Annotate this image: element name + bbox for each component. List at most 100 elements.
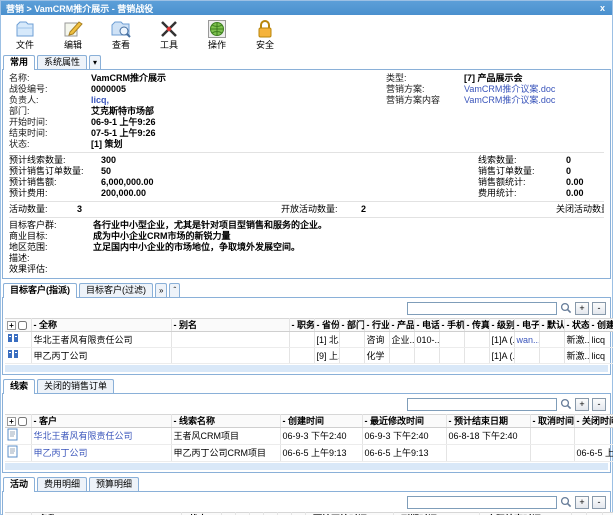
select-all-checkbox[interactable]: [18, 321, 27, 330]
toolbar-label: 查看: [103, 40, 139, 50]
customer-link[interactable]: 甲乙丙丁公司: [31, 445, 171, 462]
cell: 华北王者风有限责任公司: [31, 332, 171, 348]
zoom-out-button[interactable]: -: [592, 496, 606, 509]
customer-link[interactable]: 华北王者风有限责任公司: [31, 428, 171, 445]
toolbar-view[interactable]: 查看: [103, 18, 139, 50]
column-header[interactable]: 职务: [289, 319, 314, 332]
tab-closed-orders[interactable]: 关闭的销售订单: [37, 379, 114, 393]
table-row[interactable]: 甲乙丙丁公司 [9] 上.. 化学 [1]A (.. 新激... licq: [5, 348, 613, 364]
cost-total-label: 费用统计:: [478, 188, 566, 199]
cell: [289, 348, 314, 364]
table-row[interactable]: 华北王者风有限责任公司 [1] 北.. 咨询 企业.. 010-.. [1]A …: [5, 332, 613, 348]
close-button[interactable]: x: [598, 3, 607, 13]
column-header[interactable]: 手机: [439, 319, 464, 332]
cell: [530, 428, 574, 445]
toolbar-edit[interactable]: 编辑: [55, 18, 91, 50]
plan-content-doc-link[interactable]: VamCRM推介议案.doc: [464, 95, 555, 106]
owner-link[interactable]: licq,: [91, 95, 109, 106]
tab-scroll-right[interactable]: »: [155, 283, 167, 297]
tab-cost-details[interactable]: 费用明细: [37, 477, 87, 491]
cell: 化学: [364, 348, 389, 364]
column-header[interactable]: 线索名称: [171, 415, 280, 428]
toolbar-tools[interactable]: 工具: [151, 18, 187, 50]
column-header[interactable]: 创建时间: [280, 415, 362, 428]
cell: [514, 348, 539, 364]
search-input[interactable]: [407, 302, 557, 315]
est-sales-label: 预计销售额:: [9, 177, 101, 188]
plan-doc-link[interactable]: VamCRM推介议案.doc: [464, 84, 555, 95]
cell: 06-6-5 上午9:13: [362, 445, 446, 462]
column-header[interactable]: 默认: [539, 319, 564, 332]
tab-activities[interactable]: 活动: [3, 477, 35, 492]
column-header[interactable]: 传真: [464, 319, 489, 332]
search-icon[interactable]: [560, 398, 572, 410]
toolbar-label: 文件: [7, 40, 43, 50]
column-header[interactable]: 预计结束日期: [446, 415, 530, 428]
column-header[interactable]: 别名: [171, 319, 289, 332]
column-header[interactable]: 行业: [364, 319, 389, 332]
est-leads-value: 300: [101, 155, 478, 166]
cell: [464, 348, 489, 364]
column-header[interactable]: 电子: [514, 319, 539, 332]
audience-label: 目标客户群:: [9, 220, 93, 231]
est-leads-label: 预计线索数量:: [9, 155, 101, 166]
column-header[interactable]: 部门: [339, 319, 364, 332]
plan-label: 营销方案:: [386, 84, 464, 95]
tab-system-properties[interactable]: 系统属性: [37, 55, 87, 69]
expand-all-icon[interactable]: +: [7, 417, 16, 426]
zoom-in-button[interactable]: +: [575, 496, 589, 509]
goal-value: 成为中小企业CRM市场的新锐力量: [93, 231, 231, 242]
toolbar-file[interactable]: 文件: [7, 18, 43, 50]
column-header[interactable]: 取消时间: [530, 415, 574, 428]
tab-more[interactable]: ▾: [89, 55, 101, 69]
tab-budget-details[interactable]: 预算明细: [89, 477, 139, 491]
lead-icon: [7, 428, 18, 444]
expand-all-icon[interactable]: +: [7, 321, 16, 330]
tools-icon: [158, 18, 180, 40]
cell: [574, 428, 613, 445]
tab-customers-assigned[interactable]: 目标客户(指派): [3, 283, 77, 298]
header-row: + 客户 线索名称 创建时间 最近修改时间 预计结束日期 取消时间 关闭时间: [5, 415, 613, 428]
column-header[interactable]: 全称: [31, 319, 171, 332]
tab-customers-filtered[interactable]: 目标客户(过滤): [79, 283, 153, 297]
search-icon[interactable]: [560, 496, 572, 508]
est-orders-label: 预计销售订单数量:: [9, 166, 101, 177]
tab-common[interactable]: 常用: [3, 55, 35, 70]
zoom-in-button[interactable]: +: [575, 302, 589, 315]
zoom-out-button[interactable]: -: [592, 398, 606, 411]
cell: 06-9-3 下午2:40: [362, 428, 446, 445]
column-header[interactable]: 省份: [314, 319, 339, 332]
column-header[interactable]: 状态: [564, 319, 589, 332]
search-input[interactable]: [407, 496, 557, 509]
column-header[interactable]: 级别: [489, 319, 514, 332]
column-header[interactable]: 创建: [589, 319, 613, 332]
zoom-in-button[interactable]: +: [575, 398, 589, 411]
tab-leads[interactable]: 线索: [3, 379, 35, 394]
cell: [171, 348, 289, 364]
search-input[interactable]: [407, 398, 557, 411]
toolbar-security[interactable]: 安全: [247, 18, 283, 50]
code-label: 战役编号:: [9, 84, 91, 95]
tab-collapse[interactable]: ˆ: [169, 283, 180, 297]
account-icon: [7, 348, 19, 363]
sales-total-value: 0.00: [566, 177, 604, 188]
activities-tabs: 活动 费用明细 预算明细: [1, 477, 612, 491]
zoom-out-button[interactable]: -: [592, 302, 606, 315]
column-header[interactable]: 关闭时间: [574, 415, 613, 428]
table-row[interactable]: 华北王者风有限责任公司 王者风CRM项目 06-9-3 下午2:40 06-9-…: [5, 428, 613, 445]
column-header[interactable]: 产品: [389, 319, 414, 332]
email-link[interactable]: wan...: [514, 332, 539, 348]
column-header[interactable]: 最近修改时间: [362, 415, 446, 428]
campaign-detail-panel: 名称:VamCRM推介展示 战役编号:0000005 负责人:licq, 部门:…: [2, 69, 611, 279]
end-label: 结束时间:: [9, 128, 91, 139]
column-header[interactable]: 电话: [414, 319, 439, 332]
cell: [389, 348, 414, 364]
column-header[interactable]: 客户: [31, 415, 171, 428]
toolbar-actions[interactable]: 操作: [199, 18, 235, 50]
main-tabs: 常用 系统属性 ▾: [1, 55, 612, 69]
name-value: VamCRM推介展示: [91, 73, 166, 84]
select-all-checkbox[interactable]: [18, 417, 27, 426]
table-row[interactable]: 甲乙丙丁公司 甲乙丙丁公司CRM项目 06-6-5 上午9:13 06-6-5 …: [5, 445, 613, 462]
search-icon[interactable]: [560, 302, 572, 314]
cell: [530, 445, 574, 462]
